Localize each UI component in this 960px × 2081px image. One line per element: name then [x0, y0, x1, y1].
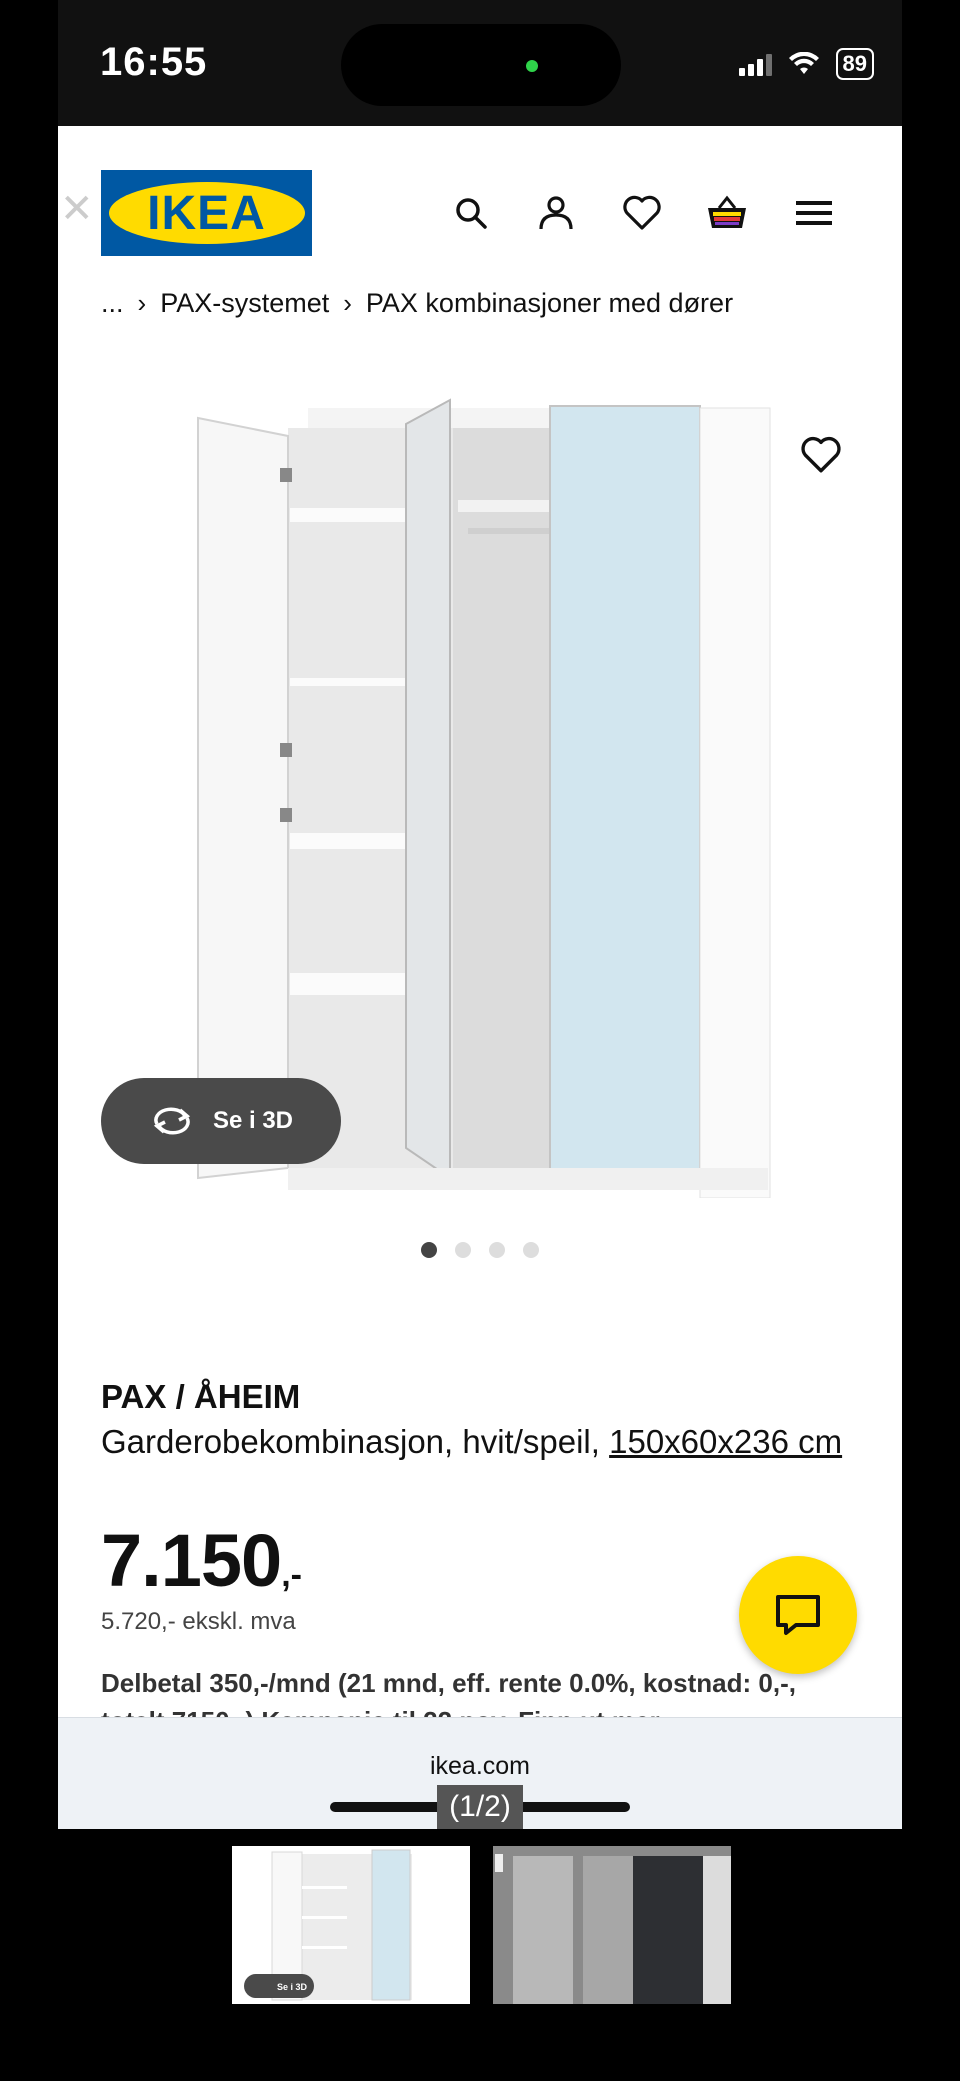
wardrobe-illustration — [197, 398, 771, 1199]
breadcrumb-item[interactable]: PAX kombinasjoner med dører — [366, 288, 733, 319]
thumbnail-1[interactable]: Se i 3D — [232, 1846, 470, 2004]
add-to-wishlist-button[interactable] — [800, 436, 842, 479]
chevron-right-icon: › — [137, 288, 147, 318]
menu-icon[interactable] — [789, 188, 839, 238]
thumb-3d-label: Se i 3D — [277, 1982, 308, 1992]
account-icon[interactable] — [531, 188, 581, 238]
camera-indicator-dot — [526, 60, 538, 72]
installment-line-1: Delbetal 350,-/mnd (21 mnd, eff. rente 0… — [101, 1668, 796, 1698]
breadcrumb-ellipsis[interactable]: ... — [101, 288, 124, 319]
product-description: Garderobekombinasjon, hvit/speil, 150x60… — [101, 1420, 881, 1463]
dynamic-island — [341, 24, 621, 106]
thumbnail-2[interactable] — [493, 1846, 731, 2004]
image-counter: (1/2) — [437, 1785, 523, 1829]
wifi-icon — [788, 52, 819, 74]
pagination-dot[interactable] — [523, 1242, 539, 1258]
view-in-3d-button[interactable]: Se i 3D — [101, 1078, 341, 1164]
chat-icon — [776, 1595, 820, 1635]
product-price: 7.150,- — [101, 1518, 302, 1603]
site-header: ✕ IKEA — [58, 126, 902, 296]
search-icon[interactable] — [446, 188, 496, 238]
close-icon[interactable]: ✕ — [60, 186, 94, 232]
pagination-dot[interactable] — [489, 1242, 505, 1258]
breadcrumb: ... › PAX-systemet › PAX kombinasjoner m… — [101, 288, 733, 319]
chevron-right-icon: › — [343, 288, 352, 318]
rotate-3d-icon — [153, 1107, 191, 1135]
url-text: ikea.com — [429, 1752, 531, 1780]
image-pagination — [58, 1242, 902, 1258]
pagination-dot[interactable] — [455, 1242, 471, 1258]
battery-icon: 89 — [835, 48, 874, 80]
product-name: PAX / ÅHEIM — [101, 1378, 301, 1415]
logo-text: IKEA — [147, 186, 266, 240]
product-dimensions-link[interactable]: 150x60x236 cm — [609, 1423, 842, 1460]
view-in-3d-label: Se i 3D — [212, 1107, 294, 1134]
status-time: 16:55 — [100, 40, 208, 84]
product-image[interactable] — [58, 388, 902, 1199]
price-ex-vat: 5.720,- ekskl. mva — [101, 1608, 296, 1635]
price-main: 7.150 — [101, 1519, 282, 1602]
ikea-logo[interactable]: IKEA — [101, 170, 312, 256]
status-icons: 89 — [738, 48, 874, 80]
heart-icon — [801, 436, 841, 473]
price-suffix: ,- — [281, 1556, 302, 1594]
wishlist-icon[interactable] — [617, 188, 667, 238]
thumbnail-strip: Se i 3D — [0, 1846, 960, 2006]
cellular-signal-icon — [738, 52, 772, 76]
breadcrumb-item[interactable]: PAX-systemet — [160, 288, 329, 319]
chat-button[interactable] — [739, 1556, 857, 1674]
product-type: Garderobekombinasjon, hvit/speil, — [101, 1423, 600, 1460]
pagination-dot[interactable] — [421, 1242, 437, 1258]
basket-icon[interactable] — [702, 188, 752, 238]
status-bar: 16:55 89 — [58, 0, 902, 126]
phone-screen: ✕ IKEA ... › PAX-systemet › PAX kombinas… — [58, 126, 902, 1829]
